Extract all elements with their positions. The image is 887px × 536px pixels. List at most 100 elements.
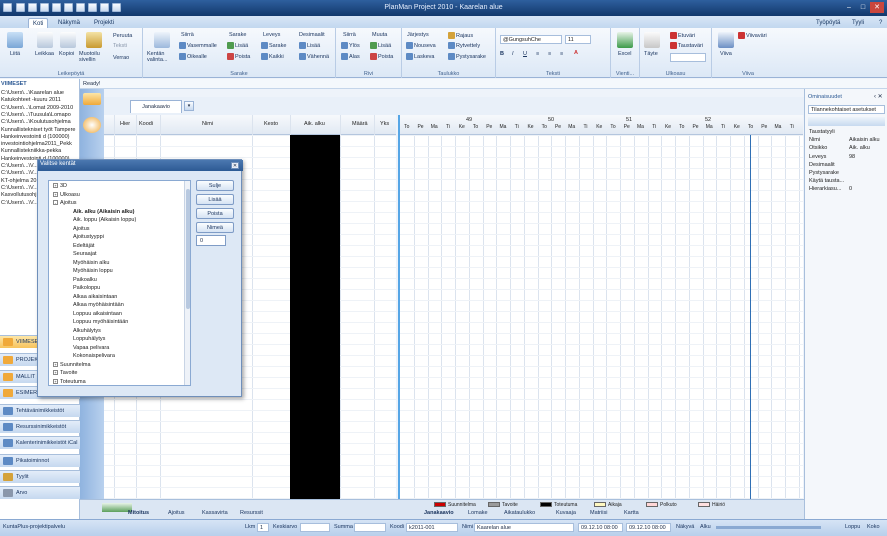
collapse-icon[interactable]: -: [53, 200, 58, 206]
add-button[interactable]: Lisää: [196, 194, 234, 205]
move-right-button[interactable]: Oikealle: [179, 53, 207, 60]
tree-item[interactable]: Alkaa myöhäisintään: [73, 302, 124, 308]
prop-value[interactable]: Aikaisin alku: [849, 137, 880, 143]
tree-item[interactable]: Edeltäjät: [73, 243, 94, 249]
look-select[interactable]: [670, 53, 706, 62]
recent-item[interactable]: Katukohteet -kuuru 2011: [1, 97, 79, 103]
field-tree[interactable]: +3D + Ulkoasu - Ajoitus Aik. alku (Aikaisin a…: [48, 180, 191, 386]
expand-icon[interactable]: +: [53, 183, 58, 189]
tree-item[interactable]: Myöhäisin loppu: [73, 268, 113, 274]
bold-button[interactable]: B: [500, 51, 504, 57]
tree-item[interactable]: Seuraajat: [73, 251, 97, 257]
recent-item[interactable]: C:\Users\...\Koulutusohjelma: [1, 119, 79, 125]
dec-sub-button[interactable]: Vähennä: [299, 53, 329, 60]
redo-button[interactable]: Teksti: [113, 43, 127, 49]
bottom-tab[interactable]: Resurssit: [240, 510, 263, 516]
nav-6[interactable]: Resurssinimikkeistöt: [0, 420, 80, 433]
bottom-tab[interactable]: Ajoitus: [168, 510, 185, 516]
copy-button[interactable]: Kopioi: [59, 51, 74, 57]
format-painter-button[interactable]: Muotoilu sivellin: [79, 51, 111, 63]
nav-9[interactable]: Tyylit: [0, 470, 80, 483]
expand-icon[interactable]: +: [53, 361, 58, 367]
grid-col-header[interactable]: Hier: [120, 121, 130, 127]
help-icon[interactable]: ?: [875, 18, 886, 28]
col-insert-button[interactable]: Lisää: [227, 42, 248, 49]
tree-item[interactable]: Loppuu myöhäisintään: [73, 319, 128, 325]
props-pin-icon[interactable]: ‹ ✕: [874, 93, 883, 100]
move-left-button[interactable]: Vasemmalle: [179, 42, 217, 49]
italic-button[interactable]: I: [512, 51, 514, 57]
tree-item[interactable]: Aik. loppu (Aikaisin loppu): [73, 217, 136, 223]
chart-bottom-tab[interactable]: Matriisi: [590, 510, 607, 516]
undo-button[interactable]: Peruuta: [113, 33, 132, 39]
dialog-close-icon[interactable]: ✕: [231, 162, 239, 169]
recent-item[interactable]: Hankeinvestointi d (100000): [1, 134, 79, 140]
prop-value[interactable]: Aik. alku: [849, 145, 870, 151]
chart-bottom-tab[interactable]: Lomake: [468, 510, 488, 516]
props-toolbar[interactable]: [808, 117, 885, 126]
grid-col-header[interactable]: Määrä: [352, 121, 368, 127]
status-start[interactable]: Alku: [700, 524, 711, 530]
font-color-icon[interactable]: A: [574, 50, 578, 56]
align-center-icon[interactable]: ≡: [548, 51, 551, 57]
grid-col-header[interactable]: Koodi: [139, 121, 153, 127]
tab-janakaavio[interactable]: Janakaavio: [130, 100, 182, 113]
paste-button[interactable]: Liitä: [10, 51, 20, 57]
recent-item[interactable]: C:\Users\...\Kaarelan alue: [1, 90, 79, 96]
tab-projekti[interactable]: Projekti: [90, 18, 118, 28]
tree-item[interactable]: Alkaa aikaisintaan: [73, 294, 117, 300]
row-up-button[interactable]: Ylös: [341, 42, 360, 49]
chart-bottom-tab[interactable]: Aikataulukko: [504, 510, 535, 516]
align-left-icon[interactable]: ≡: [536, 51, 539, 57]
expand-icon[interactable]: +: [53, 378, 58, 384]
sort-desc-button[interactable]: Laskeva: [406, 53, 435, 60]
recent-item[interactable]: Kunnallistekniikka-pekka: [1, 148, 79, 154]
tree-item[interactable]: Kokonaispelivara: [73, 353, 115, 359]
tree-item[interactable]: Paikoalku: [73, 277, 97, 283]
close-button[interactable]: Sulje: [196, 180, 234, 191]
vertical-col-button[interactable]: Pystysarake: [448, 53, 486, 60]
tree-item[interactable]: + Ulkoasu: [53, 192, 80, 198]
width-col-button[interactable]: Sarake: [261, 42, 286, 49]
cut-button[interactable]: Leikkaa: [35, 51, 54, 57]
tree-item[interactable]: + Tavoite: [53, 370, 77, 376]
sort-asc-button[interactable]: Nouseva: [406, 42, 436, 49]
row-insert-button[interactable]: Lisää: [370, 42, 391, 49]
col-delete-button[interactable]: Poista: [227, 53, 250, 60]
grid-col-header[interactable]: Kesto: [264, 121, 278, 127]
recent-item[interactable]: C:\Users\...\Lomat 2009-2010: [1, 105, 79, 111]
indent-spinner[interactable]: 0: [196, 235, 226, 246]
excel-button[interactable]: Excel: [618, 51, 631, 57]
props-select[interactable]: Tilannekohtaiset asetukset: [808, 105, 885, 114]
nav-5[interactable]: Tehtävänimikkeistöt: [0, 404, 80, 417]
chart-bottom-tab[interactable]: Janakaavio: [424, 510, 454, 516]
tree-scroll-thumb[interactable]: [186, 189, 190, 309]
bottom-tab[interactable]: Kassavirta: [202, 510, 228, 516]
restore-button[interactable]: Verrao: [113, 55, 129, 61]
tree-item[interactable]: +3D: [53, 183, 67, 189]
remove-button[interactable]: Poista: [196, 208, 234, 219]
tree-item[interactable]: + Suunnitelma: [53, 362, 91, 368]
tree-scrollbar[interactable]: [184, 181, 190, 385]
limit-button[interactable]: Rajaus: [448, 32, 473, 39]
recent-item[interactable]: investointiohjelma2011_Pekk: [1, 141, 79, 147]
tab-koti[interactable]: Koti: [28, 18, 49, 28]
field-select-button[interactable]: Kentän valinta...: [147, 51, 179, 63]
expand-icon[interactable]: +: [53, 191, 58, 197]
recent-item[interactable]: C:\Users\...\Tuusula\Lomapo: [1, 112, 79, 118]
line-color-button[interactable]: Viivaväri: [738, 32, 767, 39]
recent-item[interactable]: Kunnallistekniset työt Tampere: [1, 127, 79, 133]
grid-col-header[interactable]: Nimi: [202, 121, 213, 127]
font-size-select[interactable]: 11: [565, 35, 591, 44]
tree-item[interactable]: Ajoitustyyppi: [73, 234, 104, 240]
bottom-tab[interactable]: Mitoitus: [128, 510, 149, 516]
minimize-icon[interactable]: –: [842, 2, 856, 13]
tab-tyopoyta[interactable]: Työpöytä: [812, 18, 844, 28]
row-delete-button[interactable]: Poista: [370, 53, 393, 60]
filter-button[interactable]: Rytvettely: [448, 42, 480, 49]
status-size[interactable]: Koko: [867, 524, 880, 530]
nav-8[interactable]: Pikatoiminnot: [0, 454, 80, 467]
underline-button[interactable]: U: [523, 51, 527, 57]
tree-item[interactable]: - Ajoitus: [53, 200, 77, 206]
tree-item[interactable]: Aik. alku (Aikaisin alku): [73, 209, 134, 215]
